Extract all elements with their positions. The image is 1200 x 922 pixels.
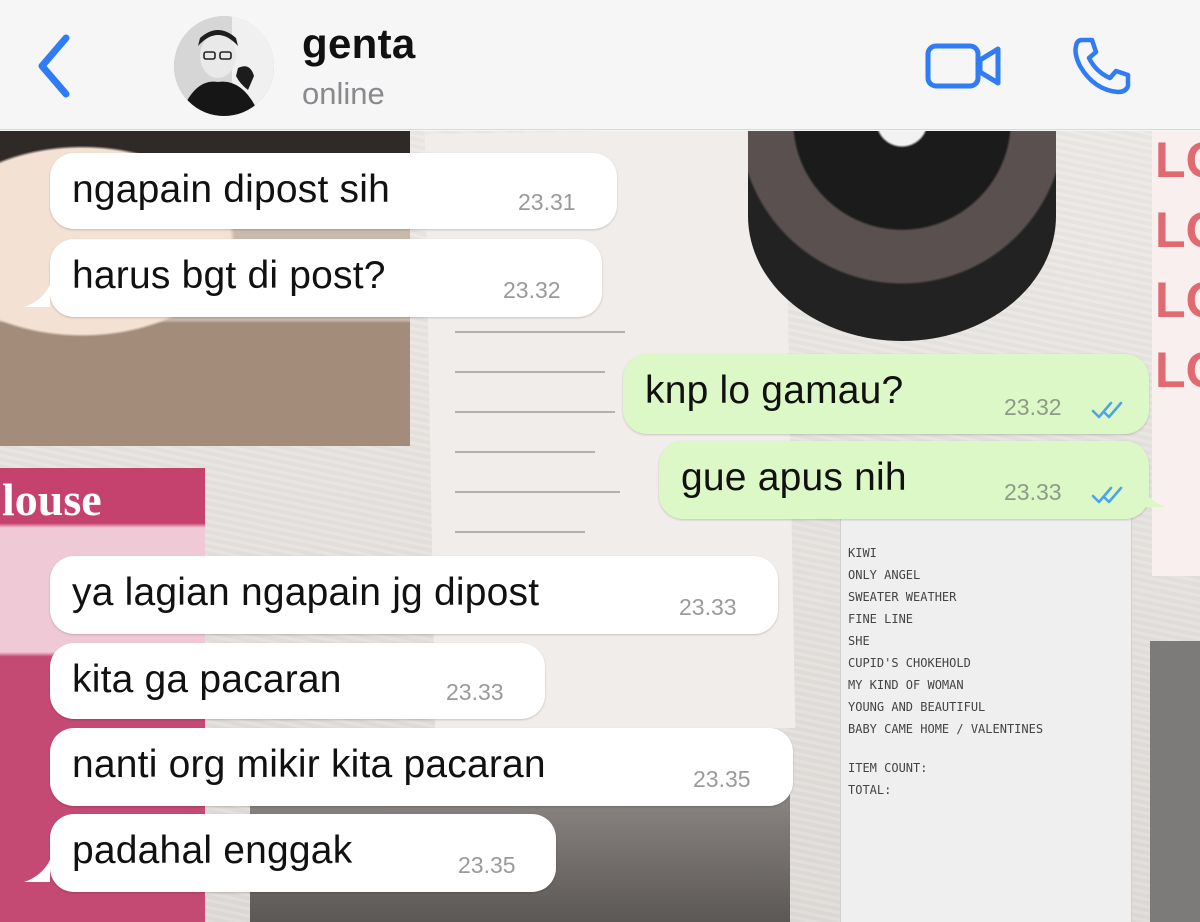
bubble-tail bbox=[1140, 485, 1166, 507]
phone-icon bbox=[1073, 37, 1131, 95]
wallpaper-scribble bbox=[455, 531, 585, 533]
receipt-line: KIWI bbox=[848, 546, 877, 560]
message-bubble-outgoing[interactable]: gue apus nih 23.33 bbox=[659, 441, 1149, 519]
wallpaper-poster-letter: LO bbox=[1155, 202, 1200, 258]
wallpaper-scribble bbox=[455, 371, 605, 373]
wallpaper-scribble bbox=[455, 491, 620, 493]
message-text: knp lo gamau? bbox=[645, 369, 904, 412]
message-bubble-incoming[interactable]: padahal enggak 23.35 bbox=[50, 814, 556, 892]
message-time: 23.33 bbox=[446, 679, 504, 705]
message-text: ya lagian ngapain jg dipost bbox=[72, 571, 540, 614]
message-text: harus bgt di post? bbox=[72, 254, 386, 297]
message-time: 23.33 bbox=[679, 594, 737, 620]
wallpaper-scribble bbox=[455, 331, 625, 333]
receipt-line: BABY CAME HOME / VALENTINES bbox=[848, 722, 1044, 736]
bubble-tail bbox=[24, 285, 50, 307]
contact-avatar[interactable] bbox=[174, 16, 274, 116]
wallpaper-card-text: louse bbox=[2, 474, 102, 525]
message-text: padahal enggak bbox=[72, 829, 353, 872]
message-time: 23.33 bbox=[1004, 479, 1062, 505]
receipt-line: MY KIND OF WOMAN bbox=[848, 678, 964, 692]
message-text: gue apus nih bbox=[681, 456, 907, 499]
wallpaper-photo bbox=[1150, 641, 1200, 922]
message-text: kita ga pacaran bbox=[72, 658, 342, 701]
message-bubble-incoming[interactable]: kita ga pacaran 23.33 bbox=[50, 643, 545, 719]
contact-name[interactable]: genta bbox=[302, 20, 416, 68]
chat-header: genta online bbox=[0, 0, 1200, 130]
bubble-tail bbox=[24, 860, 50, 882]
receipt-line: TOTAL: bbox=[848, 783, 892, 797]
wallpaper-poster-letter: LO bbox=[1155, 132, 1200, 188]
message-time: 23.35 bbox=[458, 852, 516, 878]
message-time: 23.32 bbox=[503, 277, 561, 303]
wallpaper-poster-letter: LO bbox=[1155, 342, 1200, 398]
video-call-button[interactable] bbox=[924, 40, 1004, 92]
message-time: 23.31 bbox=[518, 189, 576, 215]
wallpaper-poster-letter: LO bbox=[1155, 272, 1200, 328]
receipt-line: SHE bbox=[848, 634, 870, 648]
message-time: 23.32 bbox=[1004, 394, 1062, 420]
chevron-left-icon bbox=[38, 34, 70, 98]
message-bubble-incoming[interactable]: ya lagian ngapain jg dipost 23.33 bbox=[50, 556, 778, 634]
message-text: ngapain dipost sih bbox=[72, 168, 390, 211]
avatar-photo bbox=[174, 16, 274, 116]
back-button[interactable] bbox=[30, 32, 80, 100]
message-bubble-incoming[interactable]: nanti org mikir kita pacaran 23.35 bbox=[50, 728, 793, 806]
double-check-read-icon bbox=[1091, 486, 1123, 504]
contact-status: online bbox=[302, 76, 385, 111]
wallpaper-scribble bbox=[455, 411, 615, 413]
receipt-line: SWEATER WEATHER bbox=[848, 590, 957, 604]
voice-call-button[interactable] bbox=[1068, 34, 1134, 96]
receipt-line: YOUNG AND BEAUTIFUL bbox=[848, 700, 986, 714]
message-text: nanti org mikir kita pacaran bbox=[72, 743, 546, 786]
receipt-line: FINE LINE bbox=[848, 612, 914, 626]
message-bubble-incoming[interactable]: ngapain dipost sih 23.31 bbox=[50, 153, 617, 229]
video-camera-icon bbox=[925, 43, 1001, 89]
receipt-line: CUPID'S CHOKEHOLD bbox=[848, 656, 971, 670]
receipt-line: ITEM COUNT: bbox=[848, 761, 928, 775]
message-bubble-incoming[interactable]: harus bgt di post? 23.32 bbox=[50, 239, 602, 317]
receipt-line: ONLY ANGEL bbox=[848, 568, 921, 582]
double-check-read-icon bbox=[1091, 401, 1123, 419]
message-bubble-outgoing[interactable]: knp lo gamau? 23.32 bbox=[623, 354, 1149, 434]
message-time: 23.35 bbox=[693, 766, 751, 792]
wallpaper-scribble bbox=[455, 451, 595, 453]
